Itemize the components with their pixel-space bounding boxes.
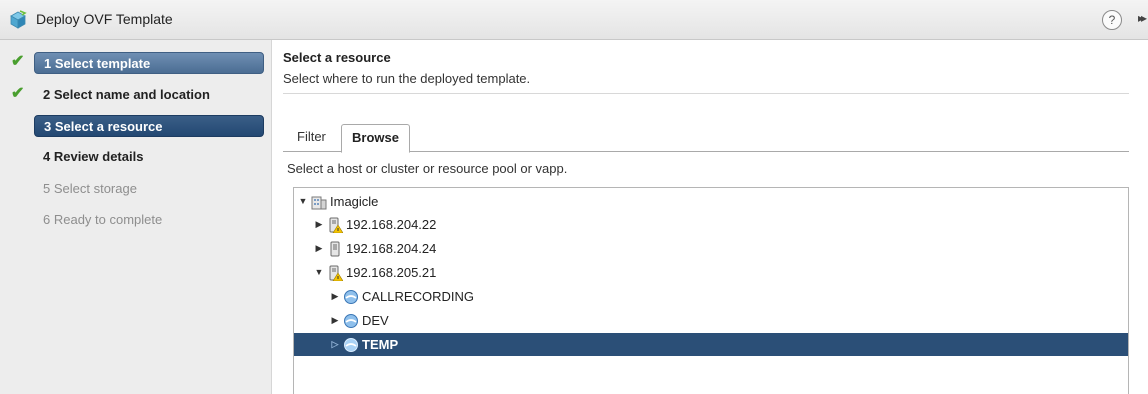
step-ready-to-complete: 6 Ready to complete <box>43 212 163 227</box>
window-titlebar: Deploy OVF Template ? ▸▸ <box>0 0 1148 40</box>
expand-arrow-icon[interactable]: ▷ <box>330 333 340 356</box>
expand-panel-icon[interactable]: ▸▸ <box>1138 11 1147 25</box>
step-select-storage: 5 Select storage <box>43 181 137 196</box>
completed-check-icon: ✔ <box>11 53 25 70</box>
tree-node-datacenter[interactable]: ▼ Imagicle <box>294 190 1128 213</box>
page-title: Select a resource <box>283 50 391 65</box>
collapse-arrow-icon[interactable]: ▼ <box>298 190 308 213</box>
host-warning-icon <box>329 217 343 233</box>
divider <box>283 93 1129 94</box>
completed-check-icon: ✔ <box>11 85 25 102</box>
resource-tree[interactable]: ▼ Imagicle ▶ 192.168.204.22 ▶ 192.168.20… <box>293 187 1129 394</box>
host-icon <box>330 241 340 257</box>
step-select-resource[interactable]: 3 Select a resource <box>34 115 264 137</box>
tree-node-label: Imagicle <box>330 194 379 209</box>
tree-node-label: 192.168.205.21 <box>346 265 437 280</box>
tree-node-label: 192.168.204.22 <box>346 217 437 232</box>
expand-arrow-icon[interactable]: ▶ <box>314 237 324 260</box>
expand-arrow-icon[interactable]: ▶ <box>314 213 324 236</box>
step-review-details[interactable]: 4 Review details <box>34 146 264 168</box>
tree-node-resource-pool[interactable]: ▶ DEV <box>294 309 1128 332</box>
expand-arrow-icon[interactable]: ▶ <box>330 285 340 308</box>
tree-node-label: DEV <box>362 313 389 328</box>
host-warning-icon <box>329 265 343 281</box>
help-icon[interactable]: ? <box>1102 10 1122 30</box>
ovf-template-icon <box>10 10 27 29</box>
tab-filter[interactable]: Filter <box>287 124 336 152</box>
main-panel: Select a resource Select where to run th… <box>273 40 1148 394</box>
wizard-steps-nav: ✔ 1 Select template ✔ 2 Select name and … <box>0 40 272 394</box>
resource-pool-icon <box>344 338 358 352</box>
tab-browse[interactable]: Browse <box>341 124 410 153</box>
datacenter-icon <box>311 196 327 210</box>
expand-arrow-icon[interactable]: ▶ <box>330 309 340 332</box>
tree-node-host[interactable]: ▶ 192.168.204.22 <box>294 213 1128 236</box>
tree-node-label: TEMP <box>362 337 399 352</box>
tree-node-label: CALLRECORDING <box>362 289 474 304</box>
collapse-arrow-icon[interactable]: ▼ <box>314 261 324 284</box>
tree-node-label: 192.168.204.24 <box>346 241 437 256</box>
tab-strip: Filter Browse <box>283 124 1129 153</box>
tree-node-host[interactable]: ▼ 192.168.205.21 <box>294 261 1128 284</box>
page-subtitle: Select where to run the deployed templat… <box>283 71 531 86</box>
window-title: Deploy OVF Template <box>36 11 173 27</box>
tree-node-resource-pool-selected[interactable]: ▷ TEMP <box>294 333 1128 356</box>
tree-node-host[interactable]: ▶ 192.168.204.24 <box>294 237 1128 260</box>
step-select-template[interactable]: 1 Select template <box>34 52 264 74</box>
step-select-name-location[interactable]: 2 Select name and location <box>34 84 264 106</box>
tree-instruction: Select a host or cluster or resource poo… <box>287 161 568 176</box>
resource-pool-icon <box>344 290 358 304</box>
resource-pool-icon <box>344 314 358 328</box>
tree-node-resource-pool[interactable]: ▶ CALLRECORDING <box>294 285 1128 308</box>
